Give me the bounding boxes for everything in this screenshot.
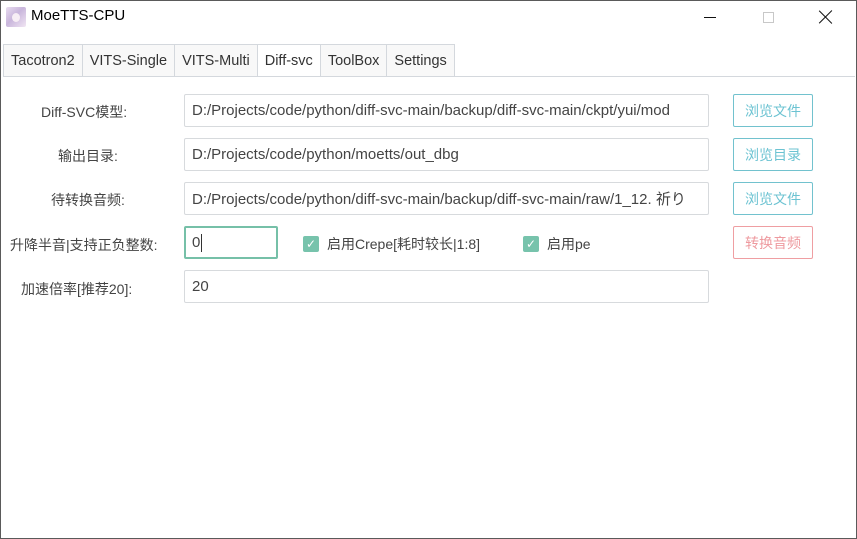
minimize-button[interactable] xyxy=(681,1,739,33)
use-pe-label: 启用pe xyxy=(547,236,591,252)
input-audio-label: 待转换音频: xyxy=(51,192,125,208)
app-window: MoeTTS-CPU Tacotron2 VITS-Single VITS-Mu… xyxy=(0,0,857,539)
model-path-input[interactable]: D:/Projects/code/python/diff-svc-main/ba… xyxy=(184,94,709,127)
pitch-shift-input[interactable]: 0 xyxy=(184,226,278,259)
browse-output-dir-button[interactable]: 浏览目录 xyxy=(733,138,813,171)
maximize-button[interactable] xyxy=(739,1,797,33)
close-button[interactable] xyxy=(797,1,855,33)
pitch-shift-value: 0 xyxy=(192,234,201,251)
browse-model-button[interactable]: 浏览文件 xyxy=(733,94,813,127)
minimize-icon xyxy=(704,16,716,18)
use-pe-checkbox[interactable]: ✓ 启用pe xyxy=(523,234,591,254)
output-dir-label: 输出目录: xyxy=(58,148,118,164)
tab-bar: Tacotron2 VITS-Single VITS-Multi Diff-sv… xyxy=(3,44,455,78)
use-crepe-checkbox[interactable]: ✓ 启用Crepe[耗时较长|1:8] xyxy=(303,234,480,254)
window-title: MoeTTS-CPU xyxy=(31,7,126,24)
tab-tacotron2[interactable]: Tacotron2 xyxy=(3,44,82,77)
maximize-icon xyxy=(762,11,774,23)
input-audio-input[interactable]: D:/Projects/code/python/diff-svc-main/ba… xyxy=(184,182,709,215)
convert-audio-button[interactable]: 转换音频 xyxy=(733,226,813,259)
output-dir-input[interactable]: D:/Projects/code/python/moetts/out_dbg xyxy=(184,138,709,171)
tab-diff-svc[interactable]: Diff-svc xyxy=(256,44,320,78)
model-label: Diff-SVC模型: xyxy=(41,104,128,120)
speedup-label: 加速倍率[推荐20]: xyxy=(21,281,133,297)
close-icon xyxy=(819,10,833,24)
use-crepe-label: 启用Crepe[耗时较长|1:8] xyxy=(327,236,481,252)
title-bar[interactable]: MoeTTS-CPU xyxy=(1,1,856,35)
tab-settings[interactable]: Settings xyxy=(386,44,455,77)
checkmark-icon: ✓ xyxy=(303,236,319,252)
checkmark-icon: ✓ xyxy=(523,236,539,252)
diff-svc-panel: Diff-SVC模型: D:/Projects/code/python/diff… xyxy=(3,76,855,538)
browse-audio-button[interactable]: 浏览文件 xyxy=(733,182,813,215)
speedup-input[interactable]: 20 xyxy=(184,270,709,303)
tab-vits-multi[interactable]: VITS-Multi xyxy=(174,44,257,77)
app-avatar-icon xyxy=(6,7,26,27)
tab-vits-single[interactable]: VITS-Single xyxy=(81,44,175,77)
tab-toolbox[interactable]: ToolBox xyxy=(319,44,387,77)
text-caret xyxy=(201,233,203,252)
pitch-shift-label: 升降半音|支持正负整数: xyxy=(10,237,158,253)
